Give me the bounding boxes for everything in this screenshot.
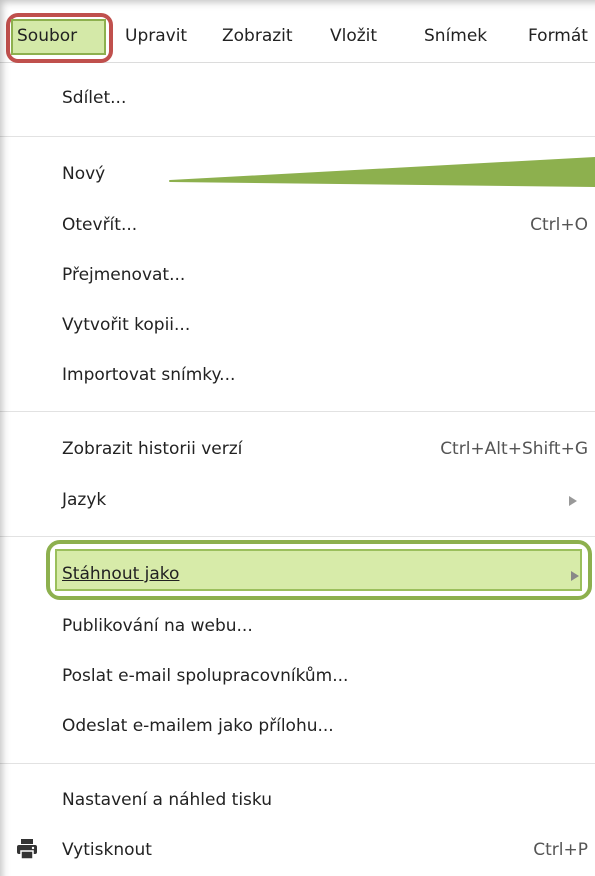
callout-pointer <box>169 157 595 187</box>
